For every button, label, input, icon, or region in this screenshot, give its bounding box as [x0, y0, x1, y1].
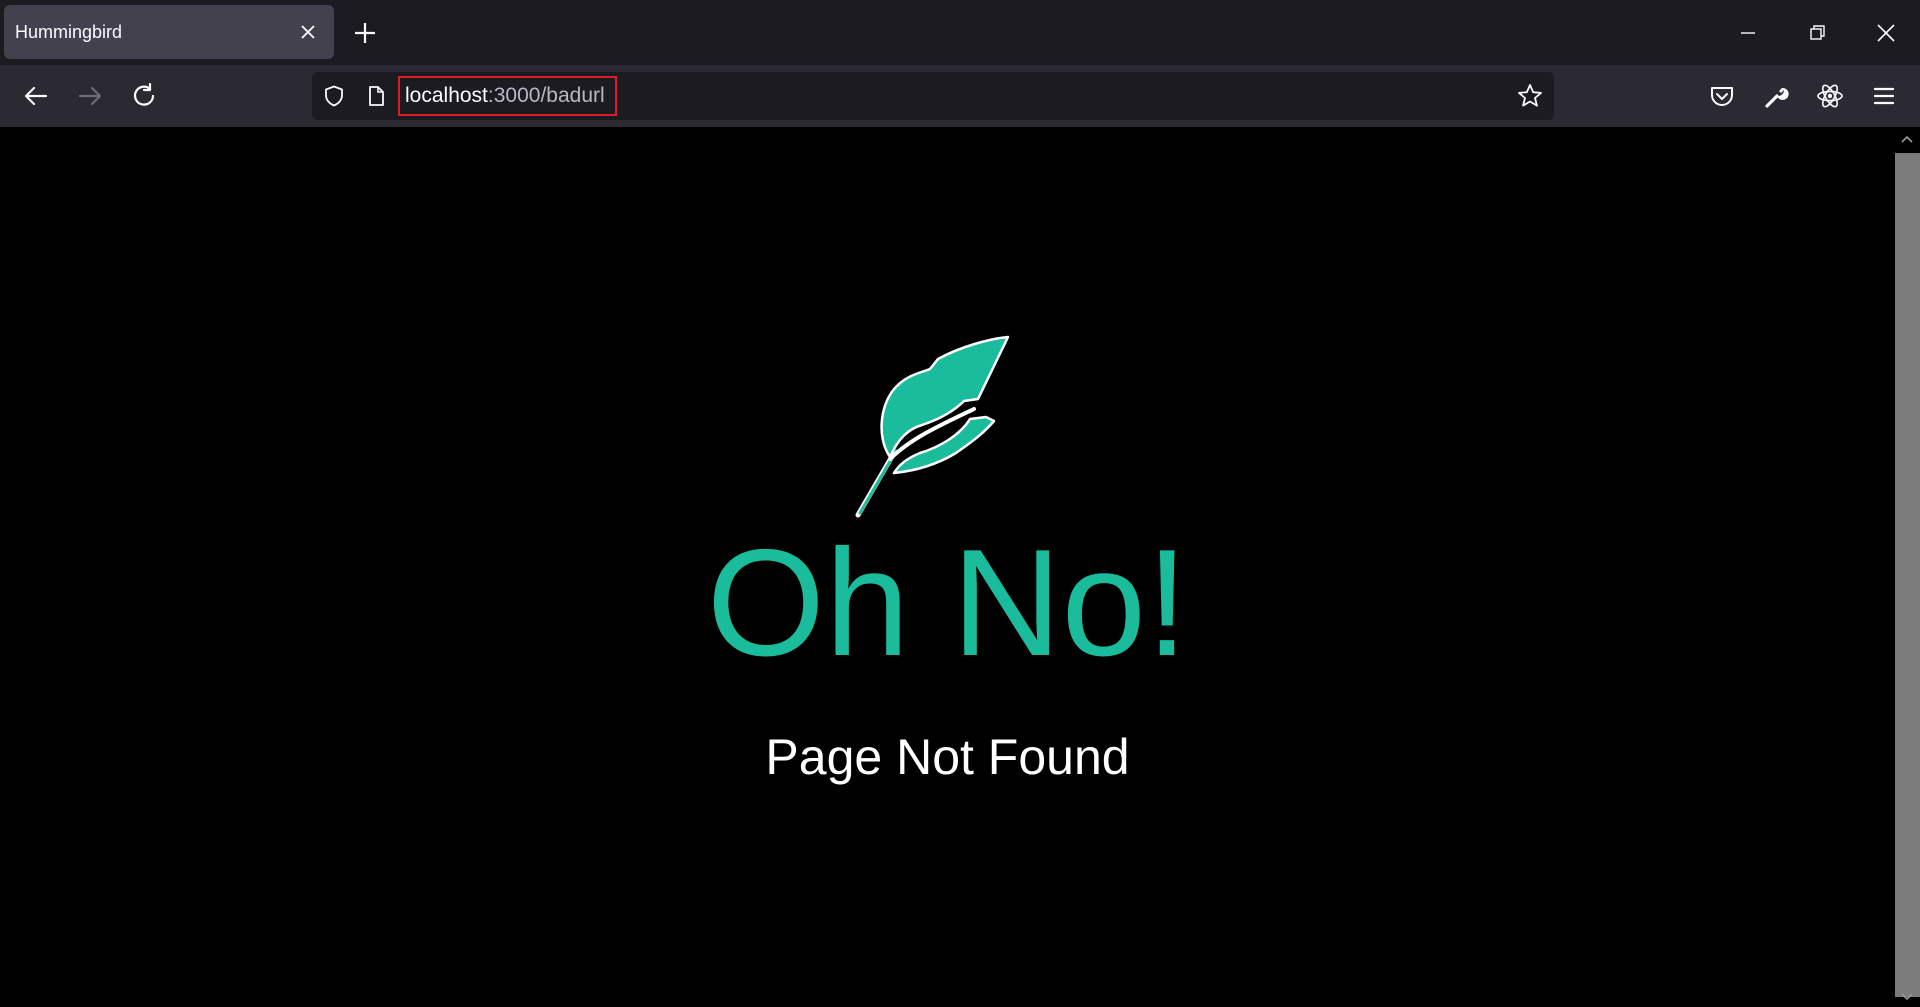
- page-title: Oh No!: [706, 518, 1189, 688]
- tab-strip: Hummingbird: [0, 0, 1920, 65]
- url-host: localhost: [405, 84, 488, 107]
- hamburger-menu-icon[interactable]: [1868, 80, 1900, 112]
- star-icon[interactable]: [1516, 82, 1544, 110]
- minimize-icon[interactable]: [1733, 18, 1763, 48]
- restore-icon[interactable]: [1802, 18, 1832, 48]
- tab-hummingbird[interactable]: Hummingbird: [4, 5, 334, 59]
- wrench-icon[interactable]: [1760, 80, 1792, 112]
- back-arrow-icon[interactable]: [21, 81, 51, 111]
- feather-icon: [855, 335, 1010, 518]
- forward-arrow-icon[interactable]: [75, 81, 105, 111]
- page-subtitle: Page Not Found: [765, 729, 1130, 785]
- url-field[interactable]: localhost:3000/badurl: [398, 76, 617, 116]
- plus-icon[interactable]: [352, 20, 378, 46]
- scroll-down-icon[interactable]: [1900, 989, 1914, 1003]
- close-window-icon[interactable]: [1871, 18, 1901, 48]
- url-path: :3000/badurl: [487, 84, 605, 107]
- pocket-icon[interactable]: [1706, 80, 1738, 112]
- tab-title: Hummingbird: [15, 22, 123, 42]
- react-icon[interactable]: [1814, 80, 1846, 112]
- page-content: Oh No! Page Not Found: [0, 127, 1895, 1007]
- close-icon[interactable]: [298, 22, 318, 42]
- reload-icon[interactable]: [129, 81, 159, 111]
- vertical-scrollbar[interactable]: [1895, 127, 1920, 1007]
- page-icon[interactable]: [364, 84, 388, 108]
- address-bar[interactable]: localhost:3000/badurl: [312, 72, 1554, 120]
- scrollbar-thumb[interactable]: [1895, 153, 1920, 997]
- shield-icon[interactable]: [322, 84, 346, 108]
- navigation-toolbar: localhost:3000/badurl: [0, 65, 1920, 127]
- scroll-up-icon[interactable]: [1900, 133, 1914, 147]
